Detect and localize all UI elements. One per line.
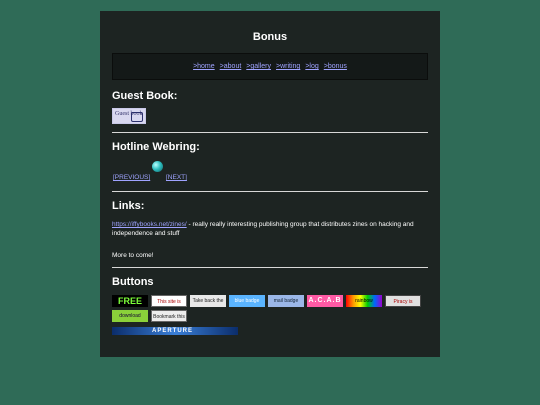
aperture-banner[interactable]: APERTURE [112, 327, 238, 335]
divider [112, 267, 428, 268]
no-ai-badge[interactable]: This site is certified 100% AI-free [151, 295, 187, 307]
bookmark-badge[interactable]: Bookmark this Page! [151, 310, 187, 322]
iffybooks-link[interactable]: https://iffybooks.net/zines/ [112, 221, 187, 228]
guestbook-heading: Guest Book: [112, 90, 178, 102]
guestbook-button[interactable]: Guest book [112, 108, 146, 124]
pen-icon [131, 112, 143, 122]
nav-log[interactable]: >log [305, 63, 318, 70]
nav-home[interactable]: >home [193, 63, 215, 70]
nav-bonus[interactable]: >bonus [324, 63, 347, 70]
acab-badge[interactable]: A.C.A.B [307, 295, 343, 307]
take-back-web-badge[interactable]: Take back the web [190, 295, 226, 307]
nav-about[interactable]: >about [220, 63, 242, 70]
webring-previous-link[interactable]: [PREVIOUS] [113, 174, 150, 181]
download-badge[interactable]: download [112, 310, 148, 322]
nav-writing[interactable]: >writing [276, 63, 300, 70]
piracy-badge[interactable]: Piracy is Liberation [385, 295, 421, 307]
more-text: More to come! [112, 252, 154, 259]
buttons-heading: Buttons [112, 276, 154, 288]
page-title: Bonus [252, 31, 288, 43]
mail-badge[interactable]: mail badge [268, 295, 304, 307]
hotline-heading: Hotline Webring: [112, 141, 200, 153]
divider [112, 132, 428, 133]
free-badge[interactable]: FREE [112, 295, 148, 307]
blue-badge[interactable]: blue badge [229, 295, 265, 307]
links-heading: Links: [112, 200, 145, 212]
links-entry: https://iffybooks.net/zines/ - really re… [112, 220, 428, 238]
webring: [PREVIOUS] [NEXT] [112, 153, 428, 183]
nav-bar: >home >about >gallery >writing >log >bon… [112, 53, 428, 80]
rainbow-badge[interactable]: rainbow [346, 295, 382, 307]
globe-icon [152, 161, 163, 172]
badge-grid: FREE This site is certified 100% AI-free… [112, 295, 428, 322]
nav-gallery[interactable]: >gallery [246, 63, 271, 70]
divider [112, 191, 428, 192]
content-panel: Bonus >home >about >gallery >writing >lo… [100, 11, 440, 357]
webring-next-link[interactable]: [NEXT] [166, 174, 187, 181]
